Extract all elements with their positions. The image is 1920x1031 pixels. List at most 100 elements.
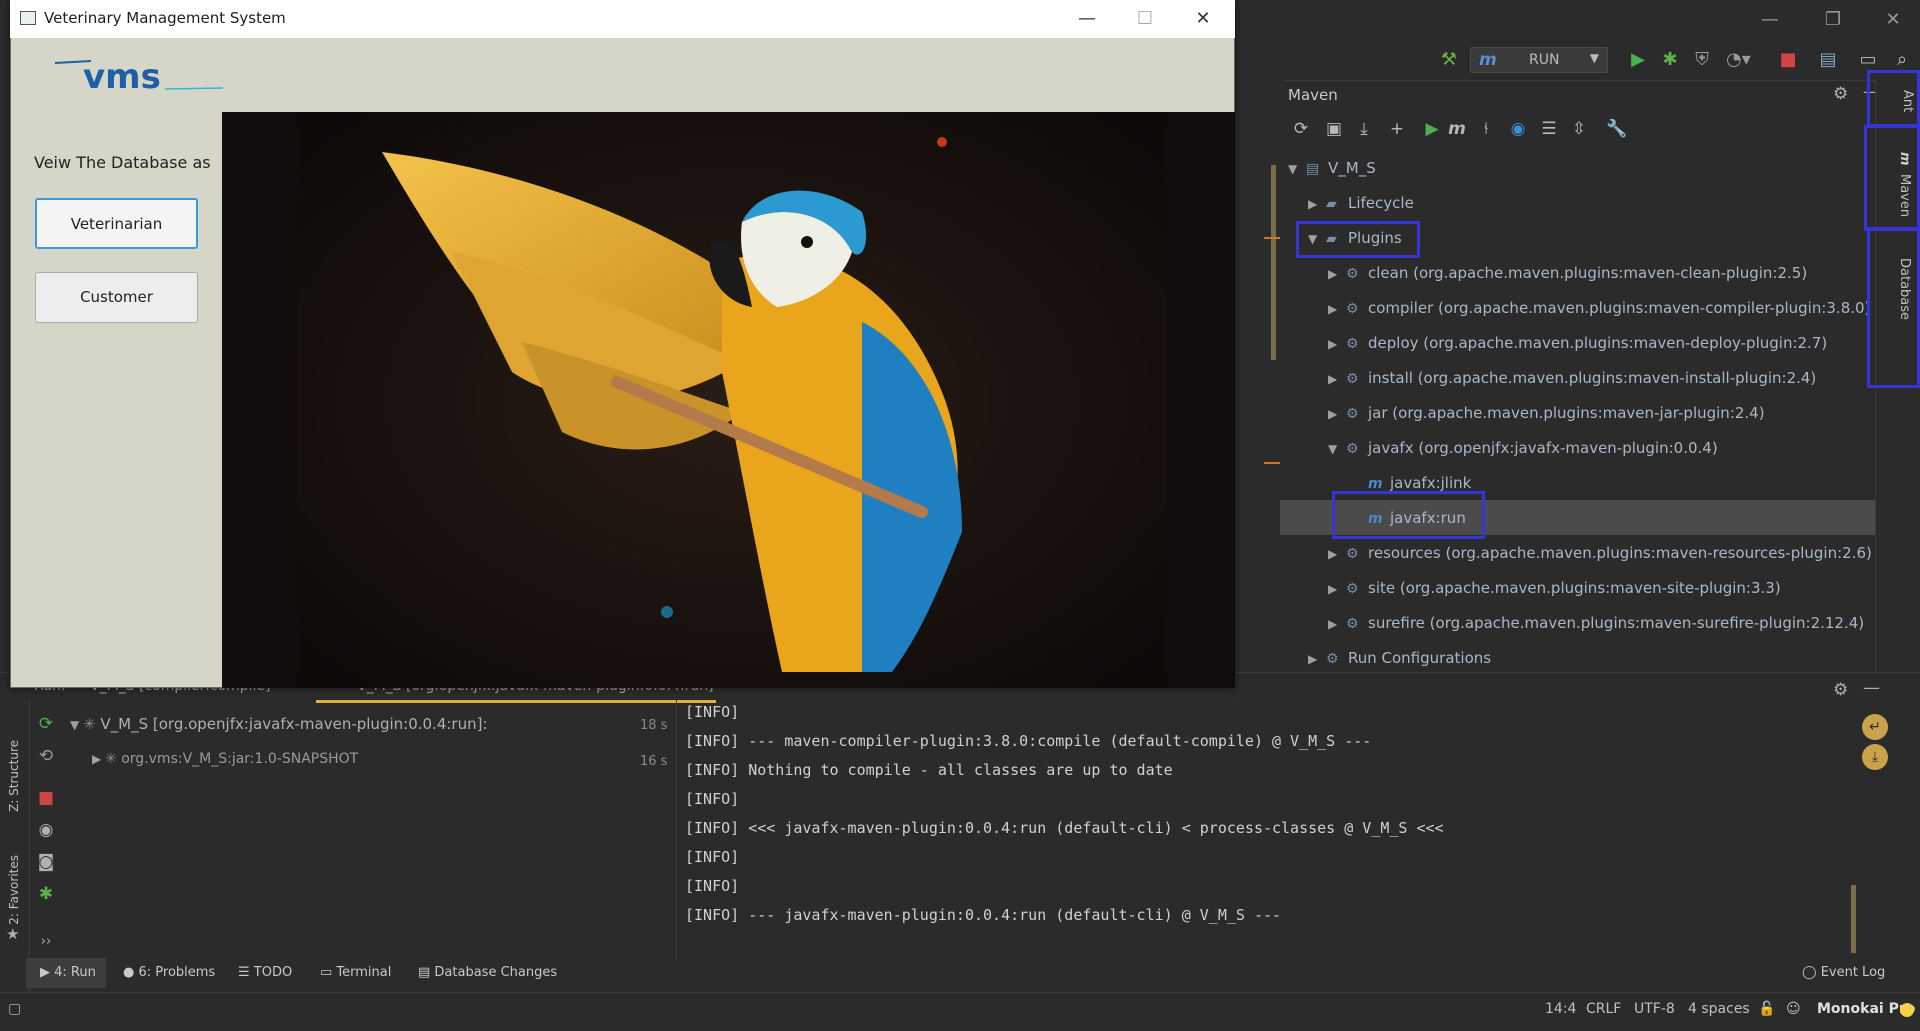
chevron-down-icon: ▼ — [1288, 162, 1298, 176]
bottom-tab-label: Event Log — [1820, 965, 1886, 980]
stop-icon[interactable]: ■ — [1776, 48, 1800, 72]
folder-icon: ▰ — [1326, 196, 1337, 212]
scroll-to-end-icon[interactable]: ⤓ — [1862, 744, 1888, 770]
show-dependencies-icon[interactable]: ☰ — [1538, 118, 1560, 140]
project-structure-icon[interactable]: ▤ — [1816, 48, 1840, 72]
bottom-tab-run[interactable]: ▶ 4: Run — [40, 965, 96, 980]
plugin-icon: ⚙ — [1346, 301, 1359, 317]
wrench-icon[interactable]: 🔧 — [1606, 118, 1628, 140]
plugin-icon: ⚙ — [1346, 406, 1359, 422]
run-icon[interactable]: ▶ — [1626, 48, 1650, 72]
tree-item-run-configurations[interactable]: ▶ ⚙ Run Configurations — [1308, 643, 1491, 673]
plugin-icon: ⚙ — [1346, 581, 1359, 597]
bug-icon[interactable]: ✱ — [34, 882, 58, 906]
more-icon[interactable]: ›› — [34, 930, 58, 954]
ide-minimize-button[interactable]: — — [1750, 6, 1790, 34]
parrot-illustration — [297, 112, 1167, 688]
run-config-selector[interactable]: m RUN ▼ — [1470, 47, 1608, 73]
tree-item-label: site (org.apache.maven.plugins:maven-sit… — [1368, 579, 1781, 597]
app-maximize-button[interactable]: ☐ — [1122, 4, 1168, 34]
status-caret-position[interactable]: 14:4 — [1545, 1001, 1576, 1017]
download-icon[interactable]: ⤓ — [1353, 118, 1375, 140]
bottom-tab-label: 4: Run — [54, 965, 96, 980]
plugin-icon: ⚙ — [1346, 266, 1359, 282]
ide-close-button[interactable]: ✕ — [1873, 6, 1913, 34]
bottom-tab-todo[interactable]: ☰ TODO — [238, 965, 292, 980]
status-line-separator[interactable]: CRLF — [1586, 1001, 1621, 1017]
app-minimize-button[interactable]: — — [1064, 4, 1110, 34]
chevron-right-icon: ▶ — [1328, 302, 1338, 316]
status-encoding[interactable]: UTF-8 — [1634, 1001, 1675, 1017]
profile-icon[interactable]: ◔▾ — [1726, 48, 1751, 72]
app-close-button[interactable]: ✕ — [1180, 4, 1226, 34]
favorites-tool-tab[interactable]: 2: Favorites — [7, 855, 21, 925]
add-icon[interactable]: + — [1386, 118, 1408, 140]
chevron-down-icon: ▼ — [70, 718, 84, 732]
rerun-failed-icon[interactable]: ⟲ — [34, 744, 58, 768]
layout-icon[interactable]: ▢ — [8, 1001, 21, 1017]
run-tree-child-time: 16 s — [640, 754, 668, 769]
structure-tool-tab[interactable]: Z: Structure — [7, 740, 21, 812]
chevron-right-icon: ▶ — [1328, 372, 1338, 386]
tree-item-plugin-javafx[interactable]: ▼ ⚙ javafx (org.openjfx:javafx-maven-plugi… — [1328, 433, 1718, 463]
search-icon[interactable]: ⌕ — [1890, 48, 1914, 72]
inspector-icon[interactable]: ☺ — [1786, 1001, 1801, 1017]
run-maven-icon[interactable]: ▶ — [1421, 118, 1443, 140]
tree-item-plugin[interactable]: ▶ ⚙ site (org.apache.maven.plugins:maven-s… — [1328, 573, 1781, 603]
gear-icon[interactable]: ⚙ — [1833, 680, 1848, 700]
generate-sources-icon[interactable]: ▣ — [1323, 118, 1345, 140]
eye-icon[interactable]: ◉ — [34, 818, 58, 842]
run-tree-child-label: org.vms:V_M_S:jar:1.0-SNAPSHOT — [121, 751, 359, 767]
soft-wrap-icon[interactable]: ↵ — [1862, 714, 1888, 740]
lock-icon[interactable]: 🔓 — [1758, 1001, 1775, 1017]
ide-maximize-button[interactable]: ❐ — [1813, 6, 1853, 34]
console-line: [INFO] --- maven-compiler-plugin:3.8.0:c… — [685, 732, 1372, 750]
editor-scrollbar[interactable] — [1271, 165, 1276, 360]
maven-toolbar: ⟳ ▣ ⤓ + ▶ m ⫮ ◉ ☰ ⇳ 🔧 — [1283, 115, 1875, 145]
run-icon: ▶ — [40, 965, 55, 980]
gear-icon[interactable]: ⚙ — [1833, 84, 1848, 104]
run-tree-child[interactable]: ▶ ✳ org.vms:V_M_S:jar:1.0-SNAPSHOT — [92, 751, 358, 767]
debug-icon[interactable]: ✱ — [1658, 48, 1682, 72]
bottom-tab-terminal[interactable]: ▭ Terminal — [320, 965, 391, 980]
veterinarian-button[interactable]: Veterinarian — [35, 198, 198, 249]
rerun-icon[interactable]: ⟳ — [34, 712, 58, 736]
tree-item-plugin[interactable]: ▶ ⚙ compiler (org.apache.maven.plugins:mav… — [1328, 293, 1870, 323]
spinner-icon: ✳ — [83, 715, 101, 733]
reload-icon[interactable]: ⟳ — [1290, 118, 1312, 140]
tree-item-plugin[interactable]: ▶ ⚙ deploy (org.apache.maven.plugins:maven… — [1328, 328, 1827, 358]
chevron-right-icon: ▶ — [1328, 267, 1338, 281]
active-tab-indicator — [316, 700, 716, 703]
module-icon: ▤ — [1306, 161, 1320, 177]
toggle-offline-icon[interactable]: ⫮ — [1475, 118, 1497, 140]
hammer-icon[interactable]: ⚒ — [1437, 48, 1461, 72]
status-indent[interactable]: 4 spaces — [1688, 1001, 1750, 1017]
tree-item-plugin[interactable]: ▶ ⚙ jar (org.apache.maven.plugins:maven-ja… — [1328, 398, 1765, 428]
bottom-tab-event-log[interactable]: ◯ Event Log — [1802, 965, 1885, 980]
camera-icon[interactable]: ◙ — [34, 850, 58, 874]
tree-item-plugin[interactable]: ▶ ⚙ clean (org.apache.maven.plugins:maven-… — [1328, 258, 1807, 288]
logo-text: vms — [83, 57, 161, 95]
tree-item-lifecycle[interactable]: ▶ ▰ Lifecycle — [1308, 188, 1414, 218]
execute-goal-icon[interactable]: m — [1446, 118, 1468, 140]
tree-item-plugin[interactable]: ▶ ⚙ surefire (org.apache.maven.plugins:mav… — [1328, 608, 1864, 638]
info-icon: ● — [123, 965, 139, 980]
highlight-javafx-run — [1332, 491, 1485, 539]
bottom-tab-problems[interactable]: ● 6: Problems — [123, 965, 215, 980]
collapse-all-icon[interactable]: ⇳ — [1568, 118, 1590, 140]
coverage-icon[interactable]: ⛨ — [1690, 48, 1714, 72]
plugin-icon: ⚙ — [1346, 546, 1359, 562]
skip-tests-icon[interactable]: ◉ — [1507, 118, 1529, 140]
bottom-tab-database-changes[interactable]: ▤ Database Changes — [418, 965, 557, 980]
run-tree-root[interactable]: ▼ ✳ V_M_S [org.openjfx:javafx-maven-plug… — [70, 715, 488, 733]
console-scrollbar[interactable] — [1851, 885, 1856, 953]
tree-root-label: V_M_S — [1328, 159, 1376, 177]
tree-root[interactable]: ▼ ▤ V_M_S — [1288, 153, 1376, 183]
terminal-icon[interactable]: ▭ — [1856, 48, 1880, 72]
stop-icon[interactable]: ■ — [34, 786, 58, 810]
maven-icon: m — [1479, 50, 1497, 70]
hide-panel-icon[interactable]: — — [1863, 678, 1880, 698]
customer-button[interactable]: Customer — [35, 272, 198, 323]
tree-item-plugin[interactable]: ▶ ⚙ install (org.apache.maven.plugins:mave… — [1328, 363, 1816, 393]
tree-item-plugin[interactable]: ▶ ⚙ resources (org.apache.maven.plugins:ma… — [1328, 538, 1872, 568]
